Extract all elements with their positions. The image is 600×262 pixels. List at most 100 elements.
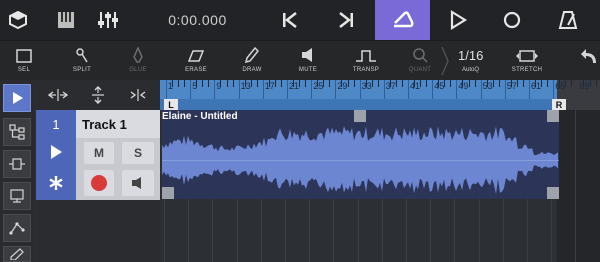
- curve-tool-button[interactable]: [3, 214, 31, 242]
- play-icon: [51, 145, 62, 159]
- track-number: 1: [36, 110, 76, 138]
- track-name[interactable]: Track 1: [76, 110, 160, 138]
- expand-horizontal-button[interactable]: [40, 84, 76, 106]
- hierarchy-icon: [9, 124, 25, 140]
- ruler-beat-tick: [571, 80, 573, 87]
- record-icon[interactable]: [492, 0, 532, 40]
- piano-icon[interactable]: [48, 0, 84, 40]
- ruler-beat-tick: [196, 80, 198, 87]
- tool-split[interactable]: SPLIT: [60, 41, 104, 81]
- ruler-beat-tick: [280, 80, 282, 87]
- quantize-label: AutoQ: [462, 67, 480, 73]
- ruler-beat-tick: [462, 80, 464, 87]
- ruler-beat-tick: [516, 80, 518, 87]
- clip-fade-handle[interactable]: [354, 110, 366, 122]
- route-tool-button[interactable]: [3, 150, 31, 178]
- asterisk-icon: [49, 176, 63, 190]
- track-header-panel: 1 Track 1 M S: [36, 80, 160, 262]
- ruler-beat-tick: [232, 80, 234, 87]
- arrows-horizontal-icon: [47, 89, 69, 101]
- tool-mute[interactable]: MUTE: [288, 41, 328, 81]
- play-icon[interactable]: [438, 0, 478, 40]
- split-icon: [75, 41, 89, 63]
- ruler-beat-tick: [377, 80, 379, 87]
- quantize-value[interactable]: 1/16: [458, 48, 483, 63]
- tool-label: SEL: [17, 67, 31, 73]
- ruler-beat-tick: [565, 80, 567, 87]
- ruler-beat-tick: [226, 80, 228, 87]
- tool-transpose[interactable]: TRANSP: [344, 41, 388, 81]
- ruler-beat-tick: [492, 80, 494, 87]
- loop-range-bar[interactable]: [160, 99, 557, 110]
- grid-bar-line: [575, 110, 577, 262]
- hierarchy-tool-button[interactable]: [3, 118, 31, 146]
- mute-button[interactable]: M: [84, 142, 114, 164]
- ruler-beat-tick: [414, 80, 416, 87]
- ruler-beat-tick: [474, 80, 476, 87]
- clip-corner-handle[interactable]: [162, 187, 174, 199]
- loop-icon[interactable]: [375, 0, 430, 40]
- skip-forward-icon[interactable]: [324, 0, 368, 40]
- ruler-beat-tick: [274, 80, 276, 87]
- loop-end-marker[interactable]: R: [552, 99, 566, 110]
- out-of-range-shade: [557, 110, 600, 262]
- edit-tool-button[interactable]: [3, 246, 31, 262]
- ruler-beat-tick: [498, 80, 500, 87]
- ruler-beat-tick: [547, 80, 549, 87]
- undo-icon[interactable]: [580, 47, 600, 67]
- tool-erase[interactable]: ERASE: [176, 41, 216, 81]
- pointer-tool-button[interactable]: [3, 84, 31, 112]
- ruler-beat-tick: [323, 80, 325, 87]
- ruler-beat-tick: [444, 80, 446, 87]
- metronome-icon[interactable]: [548, 0, 588, 40]
- expand-vertical-button[interactable]: [80, 84, 116, 106]
- solo-button[interactable]: S: [122, 142, 154, 164]
- loop-start-marker[interactable]: L: [164, 99, 178, 110]
- ruler-beat-tick: [305, 80, 307, 87]
- ruler-beat-tick: [178, 80, 180, 87]
- ruler-beat-tick: [522, 80, 524, 87]
- cube-icon[interactable]: [0, 0, 36, 40]
- clip-corner-handle[interactable]: [547, 187, 559, 199]
- skip-back-icon[interactable]: [268, 0, 312, 40]
- mixer-icon[interactable]: [90, 0, 126, 40]
- stretch-icon: [515, 41, 539, 63]
- clip-corner-handle[interactable]: [547, 110, 559, 122]
- tool-label: TRANSP: [352, 67, 380, 73]
- tool-select[interactable]: SEL: [6, 41, 42, 81]
- timeline-ruler[interactable]: L R 159131721252933374145495357616569: [160, 80, 600, 110]
- ruler-beat-tick: [535, 80, 537, 87]
- record-arm-button[interactable]: [84, 170, 114, 196]
- ruler-beat-tick: [293, 80, 295, 87]
- tool-glue[interactable]: GLUE: [118, 41, 158, 81]
- arrows-vertical-icon: [92, 86, 104, 104]
- ruler-beat-tick: [583, 80, 585, 87]
- ruler-beat-tick: [365, 80, 367, 87]
- ruler-beat-tick: [250, 80, 252, 87]
- ruler-beat-tick: [395, 80, 397, 87]
- curve-icon: [9, 222, 25, 235]
- ruler-beat-tick: [420, 80, 422, 87]
- transport-bar: 0:00.000: [0, 0, 600, 40]
- track-volume-button[interactable]: [122, 170, 154, 196]
- ruler-beat-tick: [426, 80, 428, 87]
- glue-icon: [132, 41, 144, 63]
- tool-draw[interactable]: DRAW: [232, 41, 272, 81]
- collapse-horizontal-button[interactable]: [120, 84, 156, 106]
- waveform: [162, 126, 559, 194]
- ruler-beat-tick: [541, 80, 543, 87]
- audio-clip[interactable]: Elaine - Untitled: [162, 110, 559, 199]
- track-fx-button[interactable]: [36, 166, 76, 200]
- tool-quantize[interactable]: QUANT: [402, 41, 438, 81]
- ruler-beat-tick: [589, 80, 591, 87]
- track-select-button[interactable]: [36, 138, 76, 166]
- pointer-icon: [13, 92, 23, 104]
- ruler-beat-tick: [389, 80, 391, 87]
- ruler-beat-tick: [208, 80, 210, 87]
- monitor-tool-button[interactable]: [3, 182, 31, 210]
- ruler-beat-tick: [172, 80, 174, 87]
- ruler-beat-tick: [438, 80, 440, 87]
- tool-stretch[interactable]: STRETCH: [502, 41, 552, 81]
- ruler-beat-tick: [559, 80, 561, 87]
- ruler-beat-tick: [450, 80, 452, 87]
